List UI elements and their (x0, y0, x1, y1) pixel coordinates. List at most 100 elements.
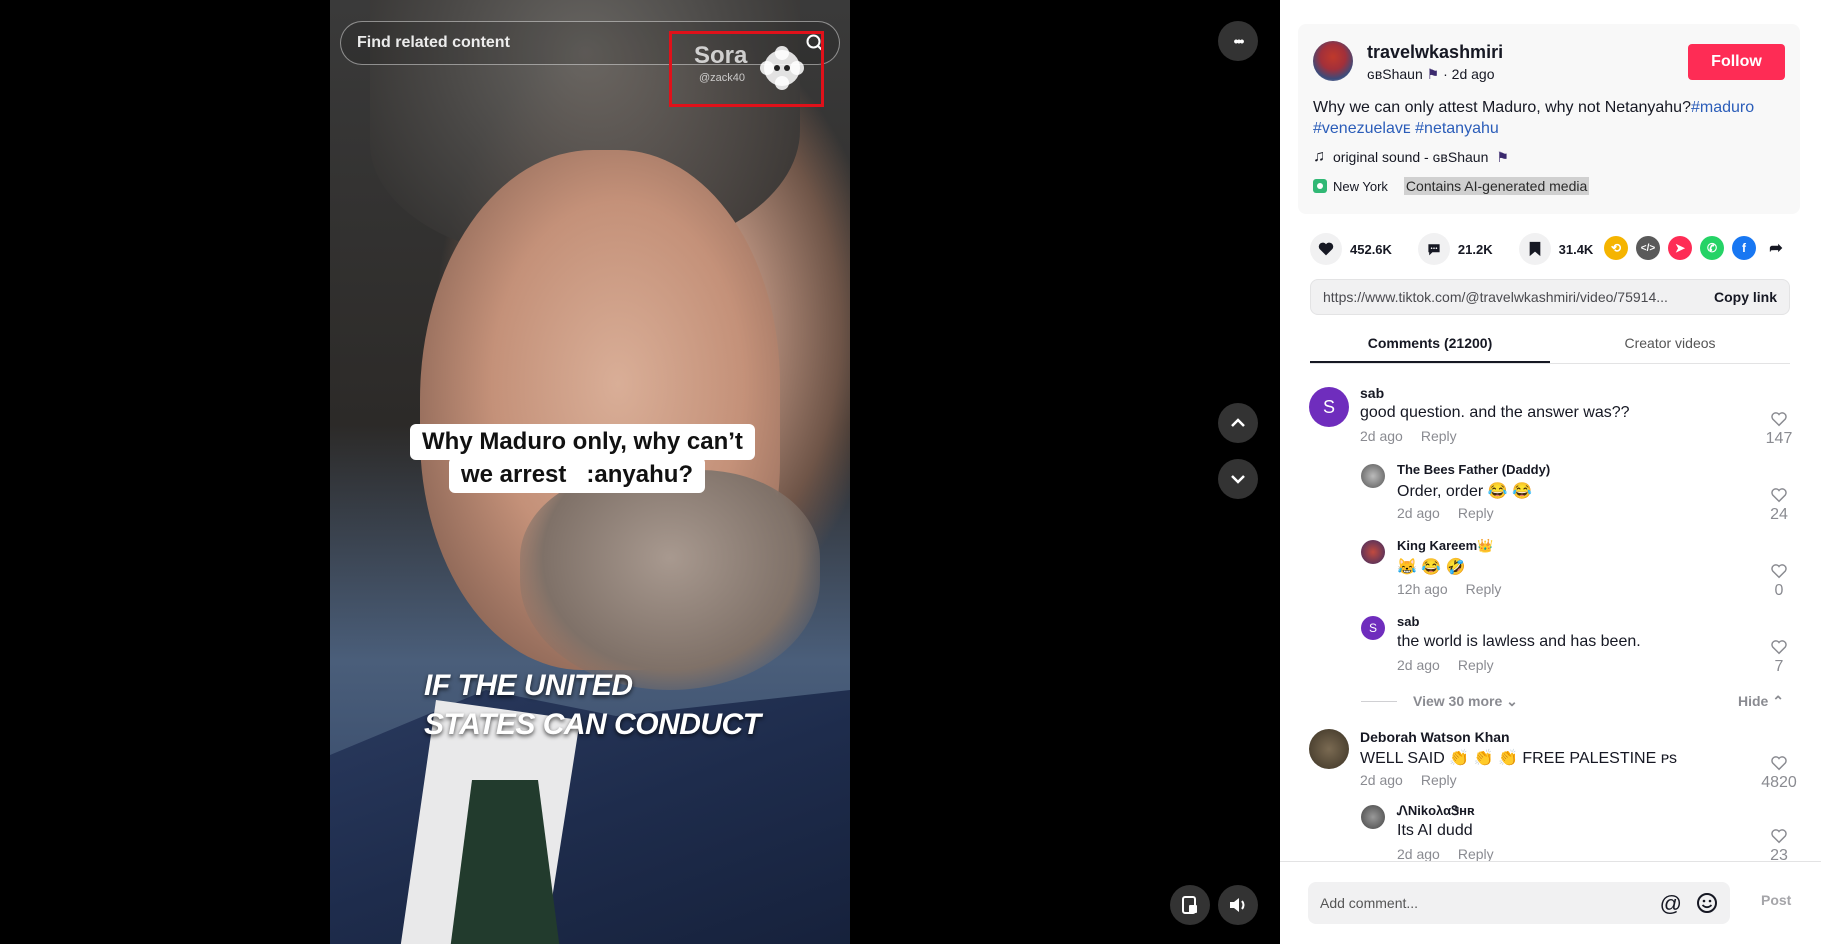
reply-button[interactable]: Reply (1421, 772, 1457, 788)
description-text: Why we can only attest Maduro, why not N… (1313, 99, 1691, 116)
comment-meta: 2d ago Reply (1360, 772, 1457, 788)
heart-outline-icon (1771, 640, 1787, 655)
location-label[interactable]: New York (1333, 179, 1388, 194)
view-more-replies-button[interactable]: View 30 more ⌄ (1413, 693, 1518, 710)
like-count: 452.6K (1350, 241, 1392, 257)
author-subline: ɢʙShaun ⚑ · 2d ago (1367, 66, 1495, 82)
bookmark-icon (1518, 233, 1551, 265)
comment-like[interactable]: 23 (1759, 827, 1799, 861)
comment-like[interactable]: 24 (1759, 486, 1799, 524)
hashtag-link[interactable]: #netanyahu (1415, 120, 1499, 137)
commenter-avatar[interactable] (1309, 729, 1349, 769)
commenter-avatar[interactable]: S (1361, 616, 1385, 640)
caption-line-1: Why Maduro only, why can’t (410, 424, 755, 460)
comment-list: S sab good question. and the answer was?… (1280, 370, 1821, 861)
comment-meta: 2d ago Reply (1397, 505, 1494, 521)
post-comment-button[interactable]: Post (1761, 892, 1791, 908)
next-video-button[interactable] (1218, 459, 1258, 499)
commenter-name[interactable]: ᏁNikολαᏕʜʀ (1397, 803, 1475, 819)
comment-text: good question. and the answer was?? (1360, 404, 1630, 421)
tab-comments[interactable]: Comments (21200) (1310, 327, 1550, 363)
caption-line-2: we arrest ​​​ ‍ ​:anyahu? (449, 457, 706, 493)
send-to-friends-icon[interactable]: ➤ (1668, 236, 1692, 260)
commenter-name[interactable]: King Kareem👑 (1397, 538, 1493, 554)
comment-stat[interactable]: 21.2K (1417, 233, 1493, 265)
commenter-avatar[interactable]: S (1309, 387, 1349, 427)
author-username[interactable]: travelwkashmiri (1367, 42, 1503, 63)
video-overlay-text: IF THE UNITED STATES CAN CONDUCT (424, 666, 761, 744)
copy-link-button[interactable]: Copy link (1714, 289, 1777, 305)
comment-text: Order, order 😂 😂 (1397, 483, 1532, 500)
video-stage: Find related content Sora @zack40 Why Ma… (0, 0, 1280, 944)
comment-like[interactable]: 7 (1759, 638, 1799, 676)
reply-button[interactable]: Reply (1458, 505, 1494, 521)
more-options-button[interactable]: ••• (1218, 21, 1258, 61)
comment-text: the world is lawless and has been. (1397, 633, 1641, 650)
commenter-name[interactable]: The Bees Father (Daddy) (1397, 462, 1550, 477)
overlay-line-2: STATES CAN CONDUCT (424, 708, 761, 741)
save-stat[interactable]: 31.4K (1518, 233, 1594, 265)
sound-link[interactable]: ♫ original sound - ɢʙShaun ⚑ (1313, 148, 1509, 166)
flag-icon: ⚑ (1426, 66, 1440, 82)
related-search-placeholder: Find related content (357, 34, 510, 51)
commenter-avatar[interactable] (1361, 464, 1385, 488)
share-url: https://www.tiktok.com/@travelwkashmiri/… (1323, 289, 1668, 305)
share-link-box: https://www.tiktok.com/@travelwkashmiri/… (1310, 279, 1790, 315)
comment-meta: 2d ago Reply (1397, 657, 1494, 673)
save-count: 31.4K (1558, 241, 1594, 257)
previous-video-button[interactable] (1218, 403, 1258, 443)
hide-replies-button[interactable]: Hide ⌃ (1738, 693, 1784, 710)
share-arrow-icon[interactable]: ➦ (1764, 236, 1788, 260)
comment-like[interactable]: 147 (1759, 410, 1799, 448)
emoji-icon[interactable] (1696, 892, 1718, 914)
comment-text: WELL SAID 👏 👏 👏 FREE PALESTINE ᴘs (1360, 750, 1678, 767)
heart-icon (1310, 233, 1342, 265)
chevron-down-icon (1231, 475, 1245, 484)
heart-outline-icon (1771, 488, 1787, 503)
chevron-down-icon: ⌄ (1506, 693, 1518, 709)
comment-like[interactable]: 4820 (1759, 754, 1799, 792)
heart-outline-icon (1771, 412, 1787, 427)
chevron-up-icon: ⌃ (1772, 693, 1784, 709)
author-display-name: ɢʙShaun (1367, 66, 1423, 82)
like-stat[interactable]: 452.6K (1310, 233, 1392, 265)
commenter-avatar[interactable] (1361, 540, 1385, 564)
reply-button[interactable]: Reply (1466, 581, 1502, 597)
reply-button[interactable]: Reply (1458, 846, 1494, 861)
whatsapp-icon[interactable]: ✆ (1700, 236, 1724, 260)
commenter-name[interactable]: sab (1397, 614, 1419, 629)
repost-icon[interactable]: ⟲ (1604, 236, 1628, 260)
sound-label: original sound - ɢʙShaun (1333, 149, 1489, 165)
comment-meta: 2d ago Reply (1360, 428, 1457, 444)
commenter-avatar[interactable] (1361, 805, 1385, 829)
comment-count: 21.2K (1457, 241, 1493, 257)
tab-creator-videos[interactable]: Creator videos (1550, 327, 1790, 363)
chevron-up-icon (1231, 418, 1245, 427)
video-frame-beard (520, 470, 820, 690)
comment-tabs: Comments (21200) Creator videos (1310, 327, 1790, 364)
volume-button[interactable] (1218, 885, 1258, 925)
hashtag-link[interactable]: #maduro (1691, 99, 1754, 116)
engagement-stats: 452.6K 21.2K 31.4K (1310, 233, 1607, 265)
reply-button[interactable]: Reply (1458, 657, 1494, 673)
overlay-line-1: IF THE UNITED (424, 669, 633, 702)
hashtag-link[interactable]: #venezuelaᴠᴇ (1313, 120, 1411, 137)
flag-icon: ⚑ (1496, 148, 1509, 165)
author-avatar[interactable] (1313, 41, 1353, 81)
side-panel: travelwkashmiri ɢʙShaun ⚑ · 2d ago Follo… (1280, 0, 1821, 944)
comment-like[interactable]: 0 (1759, 562, 1799, 600)
add-comment-input[interactable]: Add comment... @ (1308, 882, 1730, 924)
share-buttons: ⟲ </> ➤ ✆ f ➦ (1604, 236, 1788, 260)
commenter-name[interactable]: sab (1360, 385, 1384, 401)
reply-button[interactable]: Reply (1421, 428, 1457, 444)
facebook-icon[interactable]: f (1732, 236, 1756, 260)
heart-outline-icon (1771, 829, 1787, 844)
picture-in-picture-button[interactable] (1170, 885, 1210, 925)
commenter-name[interactable]: Deborah Watson Khan (1360, 729, 1510, 745)
follow-button[interactable]: Follow (1688, 44, 1785, 80)
embed-icon[interactable]: </> (1636, 236, 1660, 260)
comment-text: 😹 😂 🤣 (1397, 559, 1466, 576)
mention-icon[interactable]: @ (1660, 891, 1682, 917)
post-description: Why we can only attest Maduro, why not N… (1313, 97, 1793, 139)
post-time: 2d ago (1451, 66, 1495, 82)
